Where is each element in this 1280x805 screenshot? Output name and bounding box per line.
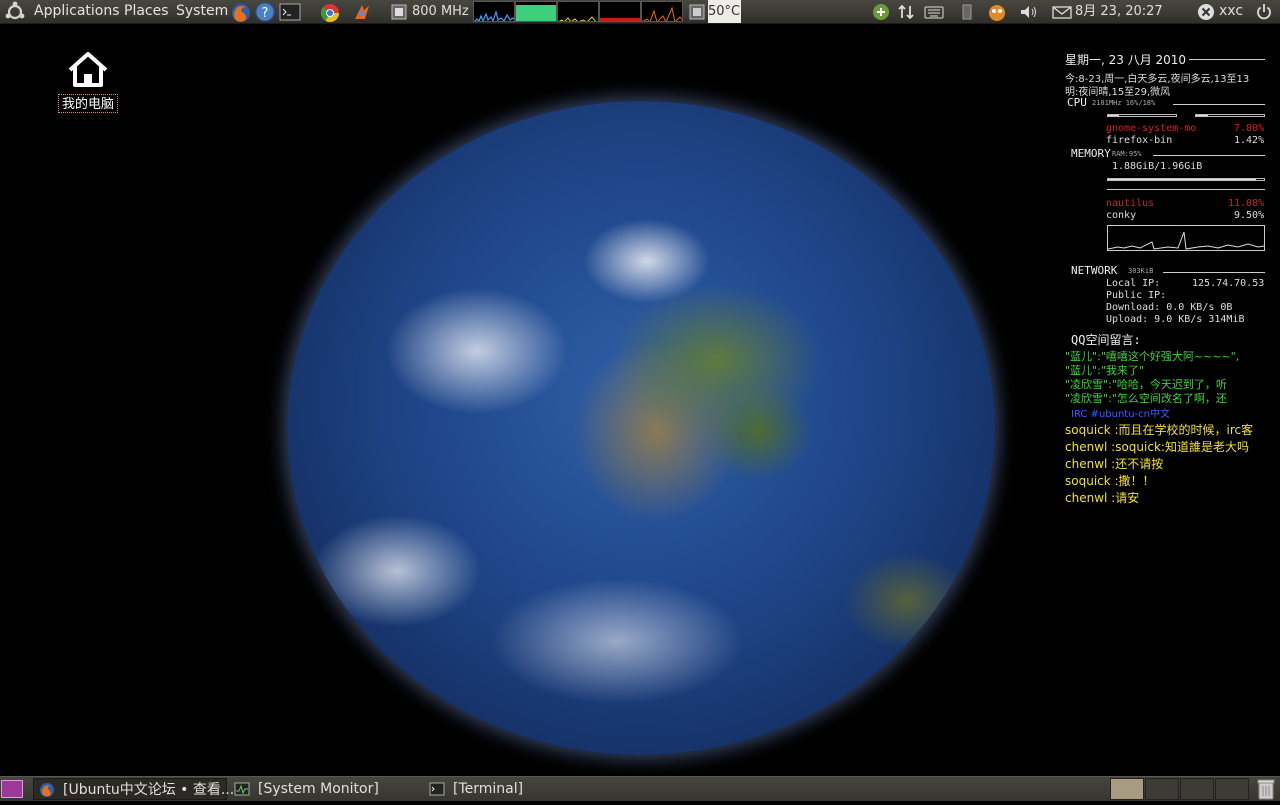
cpu-label: CPU [1067, 96, 1087, 109]
mem-proc-value: 9.50% [1234, 210, 1265, 221]
cpu-proc-value: 7.80% [1234, 123, 1265, 134]
firefox-icon[interactable] [230, 2, 250, 22]
irc-message: chenwl :soquick:知道誰是老大吗 [1065, 440, 1249, 454]
irc-message: chenwl :请安 [1065, 491, 1140, 505]
cpu-temperature: 50°C [708, 0, 741, 23]
conky-date: 星期一, 23 八月 2010 [1065, 53, 1187, 67]
chrome-icon[interactable] [319, 2, 339, 23]
memory-label: MEMORY [1071, 147, 1111, 160]
divider [1153, 155, 1265, 156]
irc-message: chenwl :还不请按 [1065, 457, 1164, 471]
ubuntu-logo-icon[interactable] [4, 1, 26, 24]
clock[interactable]: 8月 23, 20:27 [1075, 0, 1163, 23]
public-ip-label: Public IP: [1106, 290, 1167, 301]
keyboard-icon[interactable] [923, 2, 944, 22]
applications-menu[interactable]: Applications [34, 0, 120, 23]
cpu-core1-bar [1107, 114, 1177, 117]
cpu-freq-icon [388, 2, 408, 22]
upload-rate: Upload: 9.0 KB/s 314MiB [1106, 314, 1245, 325]
divider [1163, 272, 1265, 273]
network-label: NETWORK [1071, 264, 1118, 277]
taskbar-item-system-monitor[interactable]: [System Monitor] [229, 778, 422, 800]
volume-icon[interactable] [1018, 2, 1038, 22]
power-icon[interactable] [1254, 2, 1274, 22]
swap-load-graph [599, 1, 641, 22]
ram-info: RAM:95% [1112, 150, 1142, 158]
cpu-info: 2101MHz 16%/18% [1092, 99, 1156, 107]
divider [1189, 59, 1265, 60]
places-menu[interactable]: Places [124, 0, 169, 23]
taskbar-item-terminal[interactable]: [Terminal] [424, 778, 617, 800]
memory-usage: 1.88GiB/1.96GiB [1112, 161, 1203, 172]
divider [1107, 189, 1265, 190]
trash-icon[interactable] [1256, 778, 1276, 804]
home-icon[interactable] [66, 50, 110, 90]
home-icon-label[interactable]: 我的电脑 [58, 94, 118, 113]
irc-message: soquick :撒！！ [1065, 474, 1155, 488]
local-ip-label: Local IP: [1106, 278, 1161, 289]
svg-text:?: ? [262, 6, 269, 21]
memory-bar [1107, 178, 1265, 181]
show-desktop-icon[interactable] [1, 780, 23, 798]
network-load-graph [557, 1, 599, 22]
user-status-icon[interactable] [1196, 2, 1216, 22]
earth-wallpaper [287, 101, 995, 755]
divider [1173, 104, 1265, 105]
taskbar-item-label: [System Monitor] [258, 781, 379, 797]
mem-proc-name: nautilus [1106, 198, 1155, 209]
network-info: 303KiB [1128, 267, 1154, 275]
taskbar-item-forum[interactable]: [Ubuntu中文论坛 • 查看... [33, 778, 234, 800]
qq-title: QQ空间留言: [1071, 333, 1141, 347]
cpu-proc-value: 1.42% [1234, 135, 1265, 146]
bottom-panel: [Ubuntu中文论坛 • 查看... [System Monitor] [Te… [0, 776, 1280, 801]
temperature-icon [686, 2, 706, 22]
app-launcher-icon[interactable] [352, 2, 372, 22]
help-icon[interactable]: ? [255, 2, 275, 22]
battery-icon[interactable] [957, 2, 977, 22]
transfer-arrows-icon[interactable] [896, 2, 916, 22]
memory-load-graph [515, 1, 557, 22]
cpu-proc-name: firefox-bin [1106, 135, 1173, 146]
irc-title: IRC #ubuntu-cn中文 [1071, 409, 1171, 420]
username[interactable]: xxc [1219, 0, 1243, 23]
workspace-3[interactable] [1180, 778, 1214, 800]
local-ip: 125.74.70.53 [1192, 278, 1265, 289]
cpu-frequency: 800 MHz [412, 4, 469, 19]
irc-message: soquick :而且在学校的时候，irc客 [1065, 423, 1254, 437]
taskbar-item-label: [Terminal] [453, 781, 524, 797]
terminal-launcher-icon[interactable] [279, 2, 301, 22]
mem-proc-name: conky [1106, 210, 1137, 221]
download-rate: Download: 0.0 KB/s 0B [1106, 302, 1233, 313]
workspace-4[interactable] [1215, 778, 1249, 800]
pidgin-icon[interactable] [986, 2, 1006, 22]
cpu-core2-bar [1195, 114, 1265, 117]
top-panel: Applications Places System ? 800 MHz 50°… [0, 0, 1280, 24]
system-monitor-icon [234, 781, 250, 804]
disk-load-graph [641, 1, 683, 22]
cpu-load-graph [473, 1, 515, 22]
qq-message: "凌欣雪":"怎么空间改名了啊，还 [1065, 392, 1227, 405]
cpu-proc-name: gnome-system-mo [1106, 123, 1197, 134]
memory-history-graph [1107, 225, 1265, 251]
network-tray-icon[interactable] [871, 2, 891, 22]
workspace-1[interactable] [1110, 778, 1144, 800]
mem-proc-value: 11.08% [1228, 198, 1265, 209]
terminal-icon [429, 781, 445, 804]
firefox-icon [39, 782, 55, 805]
system-menu[interactable]: System [176, 0, 228, 23]
workspace-2[interactable] [1145, 778, 1179, 800]
mail-icon[interactable] [1051, 2, 1072, 22]
taskbar-item-label: [Ubuntu中文论坛 • 查看... [63, 782, 235, 798]
